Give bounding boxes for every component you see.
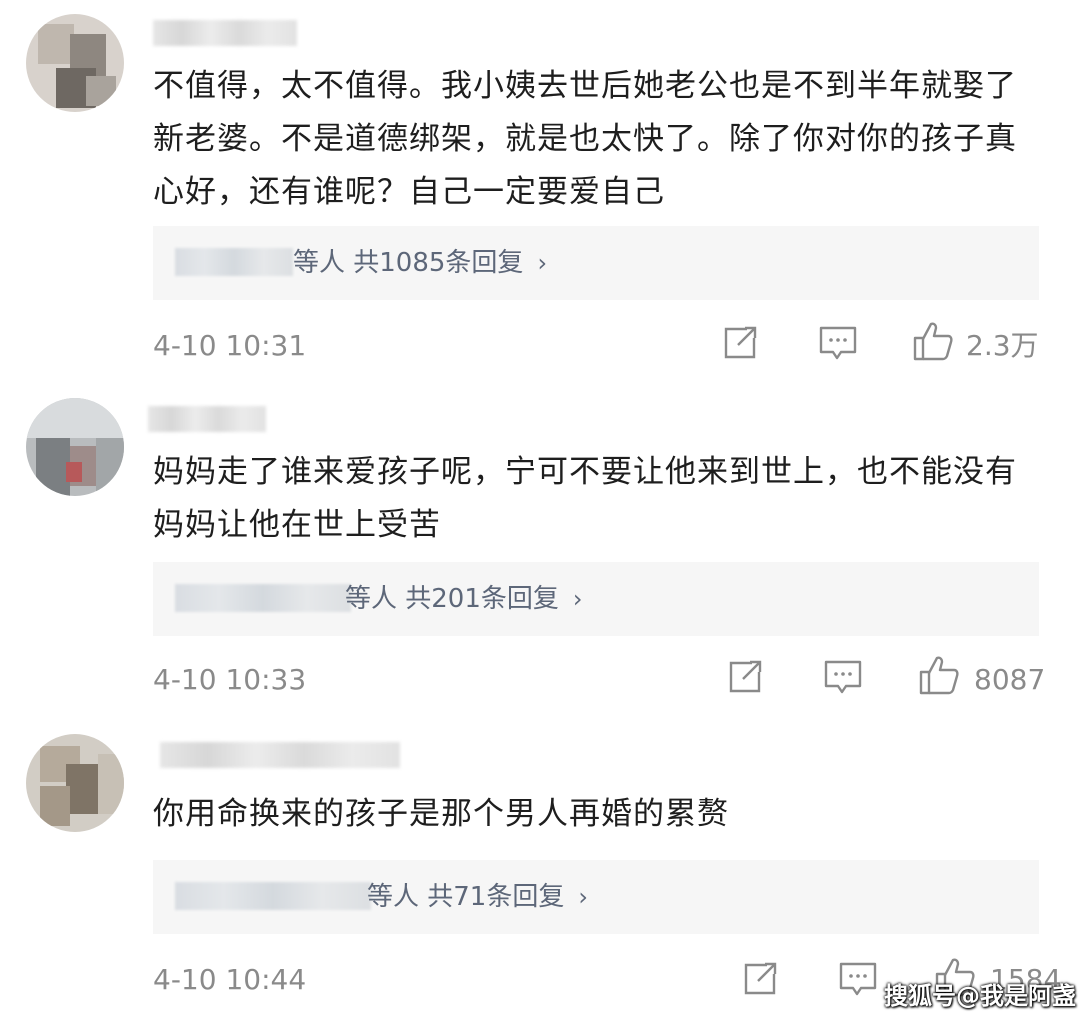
share-icon[interactable] — [726, 658, 764, 696]
reply-summary-box[interactable]: 等人 共71条回复 › — [153, 860, 1039, 934]
comment-item: 妈妈走了谁来爱孩子呢，宁可不要让他来到世上，也不能没有妈妈让他在世上受苦 等人 … — [0, 390, 1080, 720]
reply-summary-link[interactable]: 等人 共201条回复 › — [345, 579, 583, 619]
chevron-right-icon: › — [578, 883, 588, 911]
username-blurred[interactable] — [148, 406, 266, 432]
avatar[interactable] — [26, 14, 124, 112]
comment-icon[interactable] — [818, 324, 858, 362]
replier-names-blurred — [175, 882, 371, 910]
thumbs-up-icon[interactable] — [918, 654, 960, 696]
reply-summary-box[interactable]: 等人 共201条回复 › — [153, 562, 1039, 636]
comment-text: 你用命换来的孩子是那个男人再婚的累赘 — [153, 796, 729, 832]
username-blurred[interactable] — [160, 742, 400, 768]
comment-time: 4-10 10:31 — [153, 329, 307, 362]
thumbs-up-icon[interactable] — [912, 320, 954, 362]
like-count: 8087 — [974, 663, 1046, 696]
comment-time: 4-10 10:33 — [153, 663, 307, 696]
reply-summary-text: 等人 共201条回复 — [345, 584, 559, 614]
comment-item: 你用命换来的孩子是那个男人再婚的累赘 等人 共71条回复 › 4-10 10:44… — [0, 720, 1080, 1016]
reply-summary-text: 等人 共71条回复 — [367, 882, 565, 912]
comment-text: 妈妈走了谁来爱孩子呢，宁可不要让他来到世上，也不能没有妈妈让他在世上受苦 — [153, 454, 1017, 543]
comment-icon[interactable] — [838, 960, 878, 998]
username-blurred[interactable] — [153, 20, 297, 46]
comment-item: 不值得，太不值得。我小姨去世后她老公也是不到半年就娶了新老婆。不是道德绑架，就是… — [0, 0, 1080, 390]
reply-summary-link[interactable]: 等人 共71条回复 › — [367, 877, 588, 917]
replier-names-blurred — [175, 584, 351, 612]
comment-time: 4-10 10:44 — [153, 963, 307, 996]
comment-text: 不值得，太不值得。我小姨去世后她老公也是不到半年就娶了新老婆。不是道德绑架，就是… — [153, 68, 1017, 210]
like-count: 2.3万 — [966, 329, 1039, 362]
share-icon[interactable] — [721, 324, 759, 362]
chevron-right-icon: › — [572, 585, 583, 613]
share-icon[interactable] — [741, 960, 779, 998]
chevron-right-icon: › — [537, 249, 548, 277]
comment-icon[interactable] — [823, 658, 863, 696]
reply-summary-link[interactable]: 等人 共1085条回复 › — [293, 243, 547, 283]
reply-summary-text: 等人 共1085条回复 — [293, 248, 524, 278]
watermark: 搜狐号@我是阿盏 — [884, 982, 1076, 1010]
replier-names-blurred — [175, 248, 293, 276]
avatar[interactable] — [26, 398, 124, 496]
avatar[interactable] — [26, 734, 124, 832]
reply-summary-box[interactable]: 等人 共1085条回复 › — [153, 226, 1039, 300]
